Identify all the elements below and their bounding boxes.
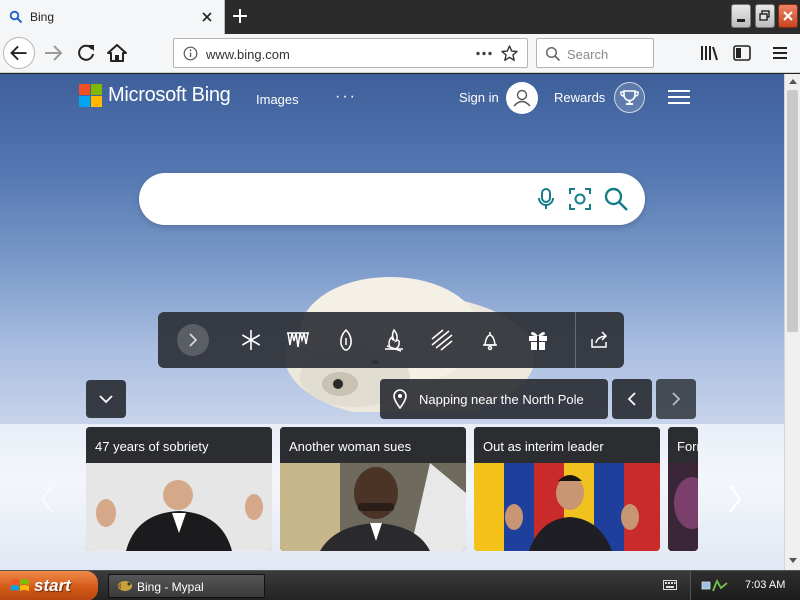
avatar[interactable] xyxy=(506,82,538,114)
gift-icon[interactable] xyxy=(525,327,551,353)
page-actions-icon[interactable] xyxy=(474,46,494,61)
caption-text[interactable]: Napping near the North Pole xyxy=(419,392,584,407)
user-icon xyxy=(513,89,531,107)
previous-image-button[interactable] xyxy=(612,379,652,419)
icon-bar-divider xyxy=(575,312,576,368)
search-icon xyxy=(545,46,561,62)
news-card-title[interactable]: Forr xyxy=(668,427,698,463)
homepage-icon-bar xyxy=(158,312,624,368)
chevron-left-icon xyxy=(627,392,636,406)
hamburger-menu-icon[interactable] xyxy=(668,88,690,106)
wind-icon[interactable] xyxy=(429,327,455,353)
taskbar-window-button[interactable]: Bing - Mypal xyxy=(108,574,265,598)
more-menu-dots[interactable]: ··· xyxy=(335,88,357,106)
search-input[interactable] xyxy=(161,188,521,210)
taskbar: start Bing - Mypal 7:03 AM xyxy=(0,570,800,600)
browser-menu-icon[interactable] xyxy=(769,42,791,64)
next-image-button[interactable] xyxy=(656,379,696,419)
news-card-title[interactable]: Out as interim leader xyxy=(474,427,660,463)
start-button[interactable]: start xyxy=(0,571,98,600)
navigation-toolbar: www.bing.com xyxy=(0,34,800,73)
clock[interactable]: 7:03 AM xyxy=(745,579,785,591)
visual-search-icon[interactable] xyxy=(567,186,593,212)
search-icon xyxy=(9,10,23,24)
bookmark-star-icon[interactable] xyxy=(500,44,519,63)
minimize-icon xyxy=(737,19,745,22)
chevron-right-icon xyxy=(672,392,681,406)
rewards-button[interactable] xyxy=(614,82,645,113)
keyboard-icon[interactable] xyxy=(663,579,677,591)
browser-search-bar[interactable] xyxy=(536,38,654,68)
chevron-right-icon xyxy=(189,333,198,347)
carousel-next-icon[interactable] xyxy=(724,482,746,516)
url-text[interactable]: www.bing.com xyxy=(206,47,290,62)
search-submit-icon[interactable] xyxy=(603,186,629,212)
images-link[interactable]: Images xyxy=(256,92,299,107)
close-icon xyxy=(783,11,793,21)
mypal-browser-icon xyxy=(118,581,132,591)
location-pin-icon xyxy=(393,389,407,409)
news-card-image xyxy=(668,463,698,551)
share-icon[interactable] xyxy=(586,327,612,353)
campfire-icon[interactable] xyxy=(381,327,407,353)
start-label: start xyxy=(34,576,71,595)
home-button[interactable] xyxy=(101,37,133,69)
lantern-icon[interactable] xyxy=(333,327,359,353)
news-card[interactable]: Out as interim leader xyxy=(474,427,660,551)
image-caption[interactable]: Napping near the North Pole xyxy=(380,379,608,419)
chevron-down-icon xyxy=(99,395,113,404)
scrollbar-thumb[interactable] xyxy=(787,90,798,332)
scroll-down-icon[interactable] xyxy=(787,554,799,566)
microsoft-logo-icon xyxy=(79,84,102,107)
news-card-title[interactable]: Another woman sues xyxy=(280,427,466,463)
restore-button[interactable] xyxy=(755,4,775,28)
news-card-title[interactable]: 47 years of sobriety xyxy=(86,427,272,463)
back-button[interactable] xyxy=(3,37,35,69)
news-card[interactable]: 47 years of sobriety xyxy=(86,427,272,551)
icicles-icon[interactable] xyxy=(285,327,311,353)
forward-button[interactable] xyxy=(37,37,69,69)
new-tab-button[interactable] xyxy=(229,5,251,27)
brand-name: Microsoft Bing xyxy=(108,84,231,106)
restore-icon xyxy=(759,10,770,21)
snowflake-icon[interactable] xyxy=(238,327,264,353)
sign-in-link[interactable]: Sign in xyxy=(459,90,499,105)
address-bar[interactable]: www.bing.com xyxy=(173,38,528,68)
reload-button[interactable] xyxy=(70,37,102,69)
tab-bing[interactable]: Bing xyxy=(0,0,225,34)
sidebar-toggle-icon[interactable] xyxy=(731,42,753,64)
info-icon[interactable] xyxy=(183,46,198,61)
window-close-button[interactable] xyxy=(778,4,798,28)
bing-logo[interactable]: Microsoft Bing xyxy=(79,84,239,110)
bell-icon[interactable] xyxy=(477,327,503,353)
minimize-button[interactable] xyxy=(731,4,751,28)
system-tray: 7:03 AM xyxy=(690,571,800,600)
collapse-button[interactable] xyxy=(86,380,126,418)
bing-search-box[interactable] xyxy=(139,173,645,225)
vertical-scrollbar[interactable] xyxy=(784,74,800,570)
windows-flag-icon xyxy=(11,579,29,591)
trophy-icon xyxy=(620,90,639,105)
news-card-image xyxy=(474,463,660,551)
news-card-image xyxy=(280,463,466,551)
library-icon[interactable] xyxy=(698,42,720,64)
browser-search-input[interactable] xyxy=(567,45,649,63)
tab-title: Bing xyxy=(30,10,55,24)
news-card[interactable]: Forr xyxy=(668,427,698,551)
bing-homepage: Microsoft Bing Images ··· Sign in Reward… xyxy=(0,74,784,570)
rewards-link[interactable]: Rewards xyxy=(554,90,605,105)
close-tab-icon[interactable] xyxy=(198,8,216,26)
network-icon[interactable] xyxy=(701,578,729,594)
microphone-icon[interactable] xyxy=(535,187,557,211)
news-card-image xyxy=(86,463,272,551)
browser-titlebar: Bing xyxy=(0,0,800,34)
news-card[interactable]: Another woman sues xyxy=(280,427,466,551)
expand-button[interactable] xyxy=(177,324,209,356)
carousel-prev-icon[interactable] xyxy=(36,482,58,516)
scroll-up-icon[interactable] xyxy=(787,76,799,88)
taskbar-window-label: Bing - Mypal xyxy=(137,580,204,594)
